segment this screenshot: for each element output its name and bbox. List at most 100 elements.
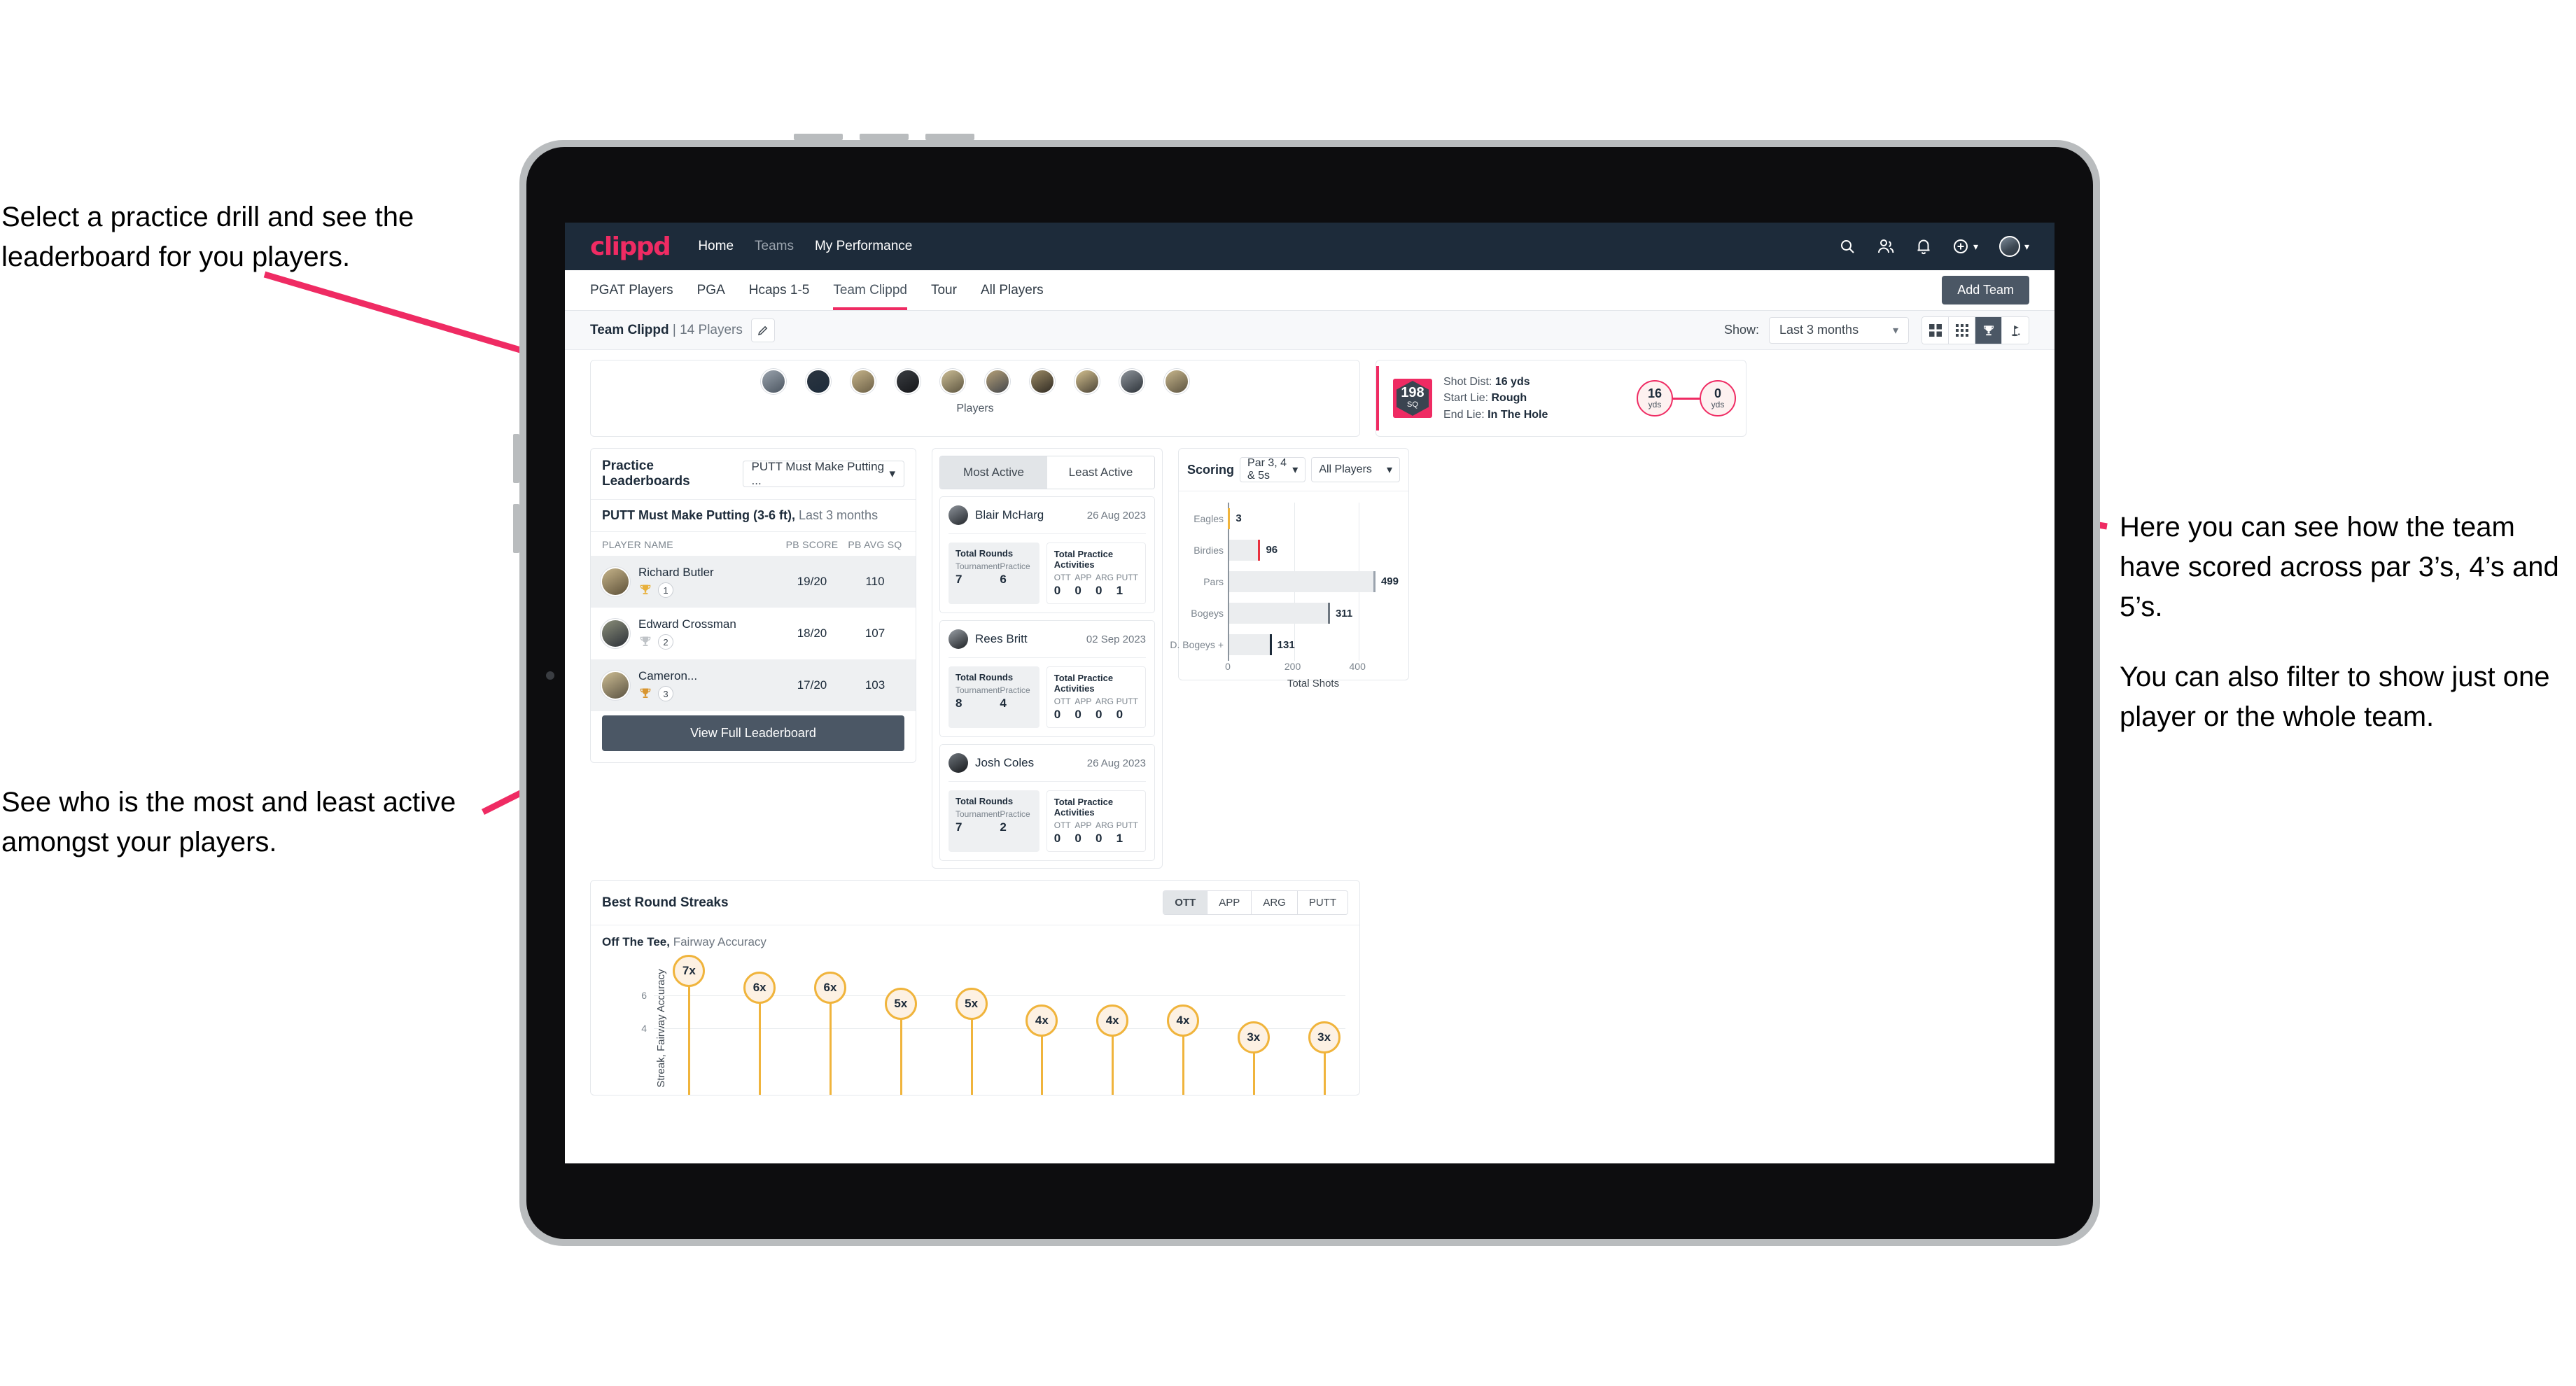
scoring-plot-area: Eagles 3 Birdies 96 Pars 499 Bogeys 311 D. Bogey… [1170, 503, 1399, 661]
leaderboard-subtitle: PUTT Must Make Putting (3-6 ft), Last 3 … [591, 499, 916, 531]
avatar[interactable] [895, 369, 920, 394]
app-label: APP [1074, 820, 1092, 830]
players-strip-caption: Players [956, 402, 994, 414]
streaks-tab-app[interactable]: APP [1208, 891, 1252, 914]
plus-circle-icon[interactable]: ▾ [1952, 238, 1978, 255]
activity-date: 26 Aug 2023 [1086, 757, 1146, 769]
team-name-label: Team Clippd | 14 Players [590, 323, 743, 338]
scoring-header: Scoring Par 3, 4 & 5s ▾ All Players ▾ [1179, 449, 1408, 491]
practice-activities-box: Total Practice Activities OTT 0 APP 0 ARG 0… [1046, 666, 1146, 728]
practice-value: 4 [1000, 696, 1007, 710]
streaks-tab-arg[interactable]: ARG [1252, 891, 1298, 914]
app-screen: clippd Home Teams My Performance ▾ ▾ PGA… [565, 223, 2054, 1163]
pb-score-value: 19/20 [797, 575, 827, 588]
avatar[interactable] [806, 369, 831, 394]
practice-leaderboard-card: Practice Leaderboards PUTT Must Make Put… [590, 448, 916, 763]
practice-activities-box: Total Practice Activities OTT 0 APP 0 ARG 0… [1046, 542, 1146, 604]
tab-hcaps-1-5[interactable]: Hcaps 1-5 [749, 270, 810, 310]
streaks-title: Best Round Streaks [602, 895, 729, 910]
nav-link-home[interactable]: Home [698, 239, 734, 254]
putt-label: PUTT [1116, 696, 1138, 706]
ott-label: OTT [1054, 696, 1071, 706]
team-player-count: | 14 Players [672, 322, 743, 337]
streaks-tab-ott[interactable]: OTT [1163, 891, 1208, 914]
annotation-right-para-2: You can also filter to show just one pla… [2120, 662, 2550, 733]
total-rounds-title: Total Rounds [955, 672, 1014, 682]
column-pb-score: PB SCORE [785, 539, 839, 550]
avatar[interactable] [761, 369, 786, 394]
edit-team-button[interactable] [750, 318, 775, 342]
nav-link-teams[interactable]: Teams [755, 239, 794, 254]
y-axis-tick: 6 [641, 989, 647, 1001]
avatar[interactable] [1119, 369, 1144, 394]
leaderboard-title: Practice Leaderboards [602, 458, 690, 489]
shot-quality-label: SQ [1407, 400, 1418, 410]
shot-quality-badge: 198 SQ [1393, 379, 1432, 418]
avatar[interactable]: ▾ [1998, 236, 2029, 257]
tab-pga[interactable]: PGA [697, 270, 725, 310]
practice-label: Practice [1000, 809, 1030, 819]
streaks-tab-putt[interactable]: PUTT [1297, 891, 1348, 914]
practice-activities-title: Total Practice Activities [1054, 549, 1114, 570]
table-row[interactable]: Cameron... 3 17/20 103 [591, 659, 916, 711]
streak-value-bubble: 4x [1026, 1004, 1058, 1037]
nav-link-my-performance[interactable]: My Performance [815, 239, 912, 254]
view-mode-toggle-group [1921, 316, 2029, 344]
drill-select[interactable]: PUTT Must Make Putting ... ▾ [742, 460, 904, 487]
avatar[interactable] [1164, 369, 1189, 394]
table-row[interactable]: Edward Crossman 2 18/20 107 [591, 608, 916, 659]
par-select[interactable]: Par 3, 4 & 5s ▾ [1240, 457, 1306, 482]
streak-stem [1041, 1028, 1044, 1095]
table-row[interactable]: Richard Butler 1 19/20 110 [591, 556, 916, 608]
tab-all-players[interactable]: All Players [981, 270, 1044, 310]
x-axis-tick: 200 [1284, 661, 1301, 672]
trophy-icon [1983, 325, 1994, 335]
tab-most-active[interactable]: Most Active [940, 456, 1047, 489]
annotation-bottom-left: See who is the most and least active amo… [1, 787, 456, 858]
view-mode-grid-large[interactable] [1922, 316, 1949, 344]
period-select[interactable]: Last 3 months ▾ [1769, 316, 1909, 344]
bell-icon[interactable] [1916, 238, 1931, 255]
ott-value: 0 [1054, 584, 1061, 597]
streak-value-bubble: 5x [884, 988, 917, 1021]
streak-stem [1182, 1028, 1184, 1095]
x-axis-tick: 400 [1349, 661, 1366, 672]
avatar[interactable] [940, 369, 965, 394]
player-name: Cameron... [638, 669, 698, 682]
leaderboard-column-headers: PLAYER NAME PB SCORE PB AVG SQ [591, 531, 916, 556]
search-icon[interactable] [1839, 238, 1856, 255]
bar-cap [1373, 571, 1376, 592]
avatar[interactable] [1074, 369, 1100, 394]
players-strip-card: Players [590, 360, 1360, 437]
avatar [948, 753, 968, 773]
streak-value-bubble: 5x [955, 988, 988, 1021]
avatar[interactable] [1030, 369, 1055, 394]
tab-team-clippd[interactable]: Team Clippd [833, 270, 907, 310]
rank-badge: 3 [658, 686, 673, 701]
people-icon[interactable] [1877, 238, 1895, 255]
putt-value: 1 [1116, 832, 1124, 845]
bar [1228, 507, 1231, 529]
tab-tour[interactable]: Tour [931, 270, 957, 310]
add-team-button[interactable]: Add Team [1942, 276, 2029, 304]
list-item[interactable]: Blair McHarg 26 Aug 2023 Total Rounds To… [939, 496, 1155, 613]
player-name: Blair McHarg [975, 508, 1044, 522]
bar [1229, 634, 1272, 656]
device-button-volume-down [860, 134, 909, 140]
list-item[interactable]: Josh Coles 26 Aug 2023 Total Rounds Tour… [939, 744, 1155, 861]
clippd-logo[interactable]: clippd [590, 232, 671, 261]
tab-pgat-players[interactable]: PGAT Players [590, 270, 673, 310]
tab-least-active[interactable]: Least Active [1047, 456, 1154, 489]
view-mode-course[interactable] [2002, 316, 2029, 344]
list-item[interactable]: Rees Britt 02 Sep 2023 Total Rounds Tour… [939, 620, 1155, 737]
avatar[interactable] [850, 369, 876, 394]
player-filter-select[interactable]: All Players ▾ [1311, 457, 1400, 482]
device-button-power [925, 134, 974, 140]
view-full-leaderboard-button[interactable]: View Full Leaderboard [602, 715, 904, 751]
avatar[interactable] [985, 369, 1010, 394]
chevron-down-icon: ▾ [1386, 464, 1392, 476]
activity-date: 26 Aug 2023 [1086, 509, 1146, 522]
ott-label: OTT [1054, 820, 1071, 830]
view-mode-grid-small[interactable] [1949, 316, 1975, 344]
view-mode-trophy[interactable] [1975, 316, 2002, 344]
